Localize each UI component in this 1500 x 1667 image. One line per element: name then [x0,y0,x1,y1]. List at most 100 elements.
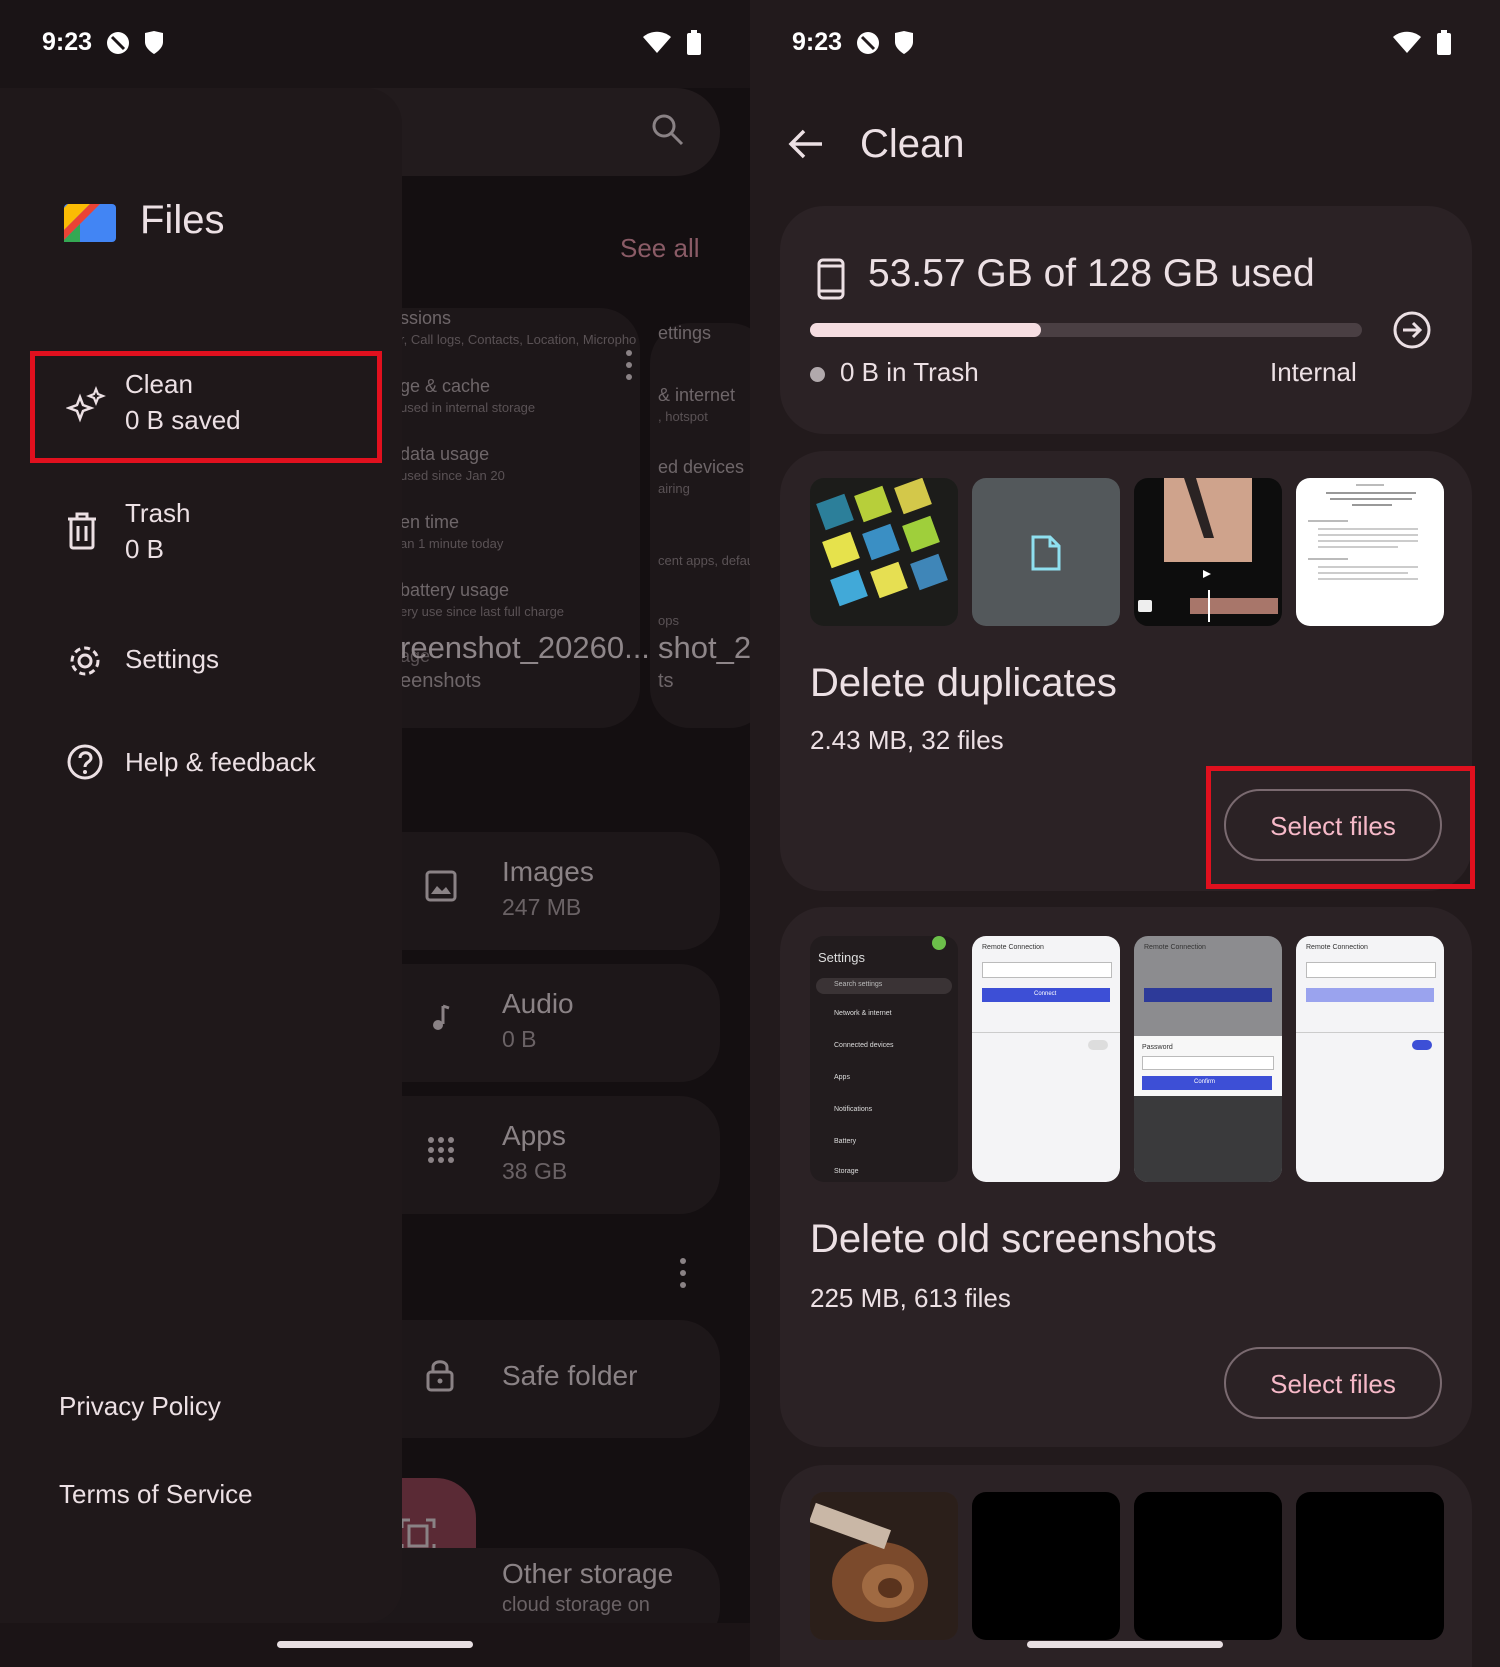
thumb-settings-row: Storage [834,1168,859,1175]
file-icon [1031,535,1061,571]
bg-card-line-sub: airing [658,481,690,496]
gesture-handle[interactable] [1027,1641,1223,1648]
status-time: 9:23 [792,28,843,56]
back-arrow-icon[interactable] [788,128,824,160]
highlight-box-clean [30,351,382,463]
drawer-item-trash[interactable]: Trash 0 B [30,478,380,590]
vpn-status-icon [857,32,879,54]
bg-card-line: battery usage [400,580,510,600]
category-title: Audio [502,988,574,1019]
storage-location-label: Internal [1270,357,1357,387]
lock-icon [426,1360,454,1392]
status-bar: 9:23 [0,0,750,88]
delete-old-screenshots-card: Settings Search settings Network & inter… [780,907,1472,1447]
card-subtitle: 225 MB, 613 files [810,1283,1011,1313]
card-overflow-menu-icon [612,346,642,386]
drawer-item-sub: 0 B [125,534,165,564]
thumb-settings-row: Battery [834,1138,857,1145]
gear-icon [70,646,100,676]
arrow-forward-circle-icon[interactable] [1392,310,1432,350]
app-title: Files [140,198,225,242]
thumb-badge [932,936,946,950]
other-storage-sub: cloud storage on [502,1594,650,1616]
large-file-thumbnail [1296,1492,1444,1640]
thumb-remote-title: Remote Connection [1306,944,1368,951]
thumb-password-input [1142,1056,1274,1070]
card-title: Delete old screenshots [810,1217,1217,1261]
search-icon [652,114,684,146]
battery-icon [687,30,701,55]
thumb-connect-button: Connect [982,988,1110,1002]
help-icon [67,744,103,780]
thumb-input [1306,962,1436,978]
category-title: Images [502,856,594,887]
thumb-divider [972,1032,1120,1033]
trash-size-text: 0 B in Trash [840,357,979,387]
large-files-card [780,1465,1472,1667]
large-file-thumbnail [810,1492,958,1640]
thumb-settings-row: Connected devices [834,1042,894,1049]
bg-card-line-sub: used since Jan 20 [400,468,505,483]
other-storage-label: Other storage [502,1558,674,1589]
storage-summary-card[interactable]: 53.57 GB of 128 GB used 0 B in Trash Int… [780,206,1472,434]
image-icon [425,870,457,902]
highlight-box-select-files [1206,766,1475,889]
privacy-policy-link[interactable]: Privacy Policy [59,1391,221,1422]
bg-card-line: ssions [400,308,452,328]
thumb-toggle [1412,1040,1432,1050]
battery-icon [1437,30,1451,55]
duplicate-thumbnail [972,478,1120,626]
bg-card-line-sub: r, Call logs, Contacts, Location, Microp… [400,332,637,347]
left-screen: 9:23 See all ssions r, Call logs, Contac… [0,0,750,1667]
violin-scroll-image [810,1492,958,1640]
thumb-dialog: Password Confirm [1134,1036,1282,1096]
thumb-divider [1296,1032,1444,1033]
navigation-drawer: Files Clean 0 B saved Trash 0 B Settings… [0,88,402,1623]
bg-card-line: ed devices [658,457,745,477]
duplicate-thumbnail [1134,478,1282,626]
card-subtitle: 2.43 MB, 32 files [810,725,1004,755]
storage-progress-fill [810,323,1041,337]
bg-card-line: data usage [400,444,490,464]
thumb-settings-row: Apps [834,1074,850,1081]
thumb-confirm-button: Confirm [1142,1076,1272,1090]
vpn-status-icon [107,32,129,54]
drawer-item-label: Settings [125,644,219,674]
screenshot-folder-name: eenshots [400,670,482,692]
category-size: 247 MB [502,894,582,920]
more-vert-icon [680,1258,686,1288]
drawer-item-settings[interactable]: Settings [30,620,380,700]
video-editor-image [1138,478,1278,622]
status-time: 9:23 [42,28,93,56]
thumb-keyboard [1134,1096,1282,1182]
right-screen: 9:23 Clean 53.57 GB of 128 GB used 0 B i… [750,0,1500,1667]
colorful-cubes-image [810,478,958,626]
thumb-search-bar: Search settings [816,978,952,994]
status-bar: 9:23 [750,0,1500,88]
thumb-remote-title: Remote Connection [982,944,1044,951]
bg-card-line-sub: , hotspot [658,409,708,424]
bg-card-line-sub: cent apps, defaul [658,553,750,568]
select-files-button[interactable]: Select files [1224,1347,1442,1419]
gesture-handle[interactable] [277,1641,473,1648]
thumb-connect-button [1306,988,1434,1002]
thumb-search-text: Search settings [834,981,883,988]
drawer-item-label: Help & feedback [125,747,316,777]
screenshot-thumbnail: Remote Connection Connect [972,936,1120,1182]
wifi-icon [643,31,671,53]
trash-icon [68,512,96,550]
drawer-item-help-feedback[interactable]: Help & feedback [30,723,380,803]
duplicate-thumbnail [810,478,958,626]
screenshot-thumbnail: Remote Connection Password Confirm [1134,936,1282,1182]
category-size: 0 B [502,1026,537,1052]
files-app-logo [64,204,116,242]
terms-of-service-link[interactable]: Terms of Service [59,1479,253,1510]
bg-card-line-sub: ery use since last full charge [400,604,565,619]
thumb-connect-button [1144,988,1272,1002]
thumb-connect-label: Connect [1034,991,1057,997]
thumb-settings-row: Network & internet [834,1010,892,1017]
screenshot-thumbnail: Remote Connection [1296,936,1444,1182]
bg-card-line-sub: used in internal storage [400,400,536,415]
bg-card-line: en time [400,512,460,532]
duplicate-thumbnail [1296,478,1444,626]
